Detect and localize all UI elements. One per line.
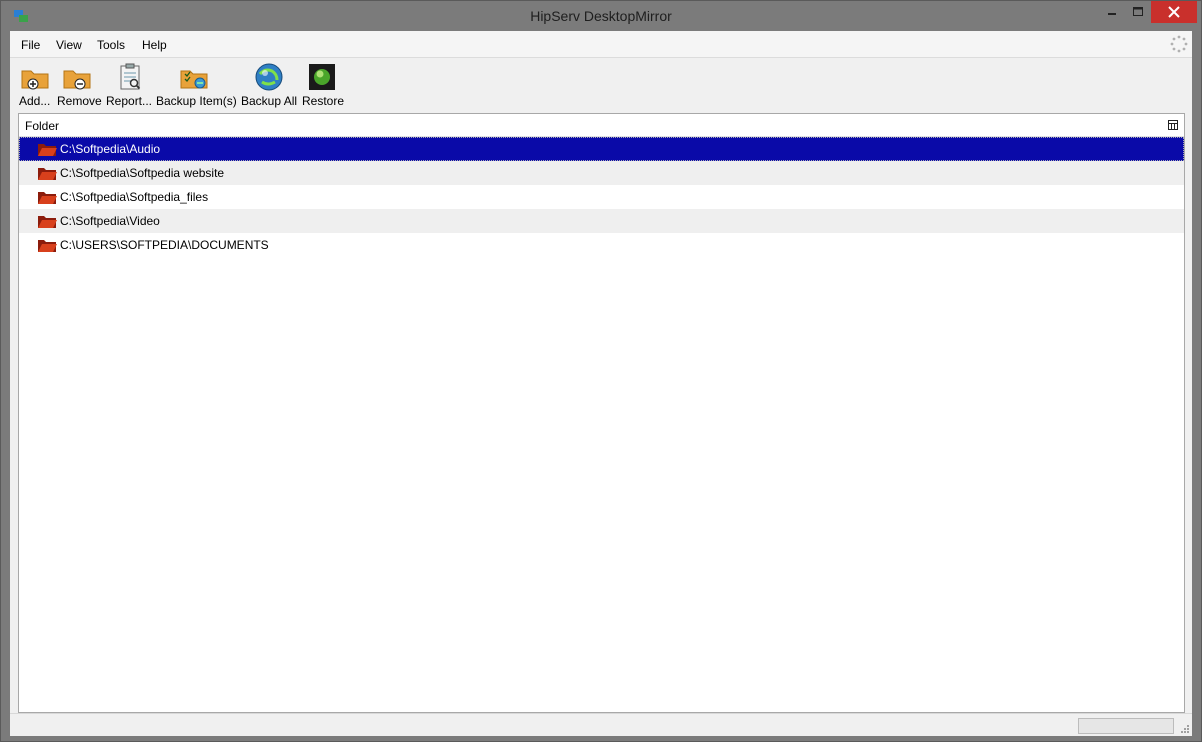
- title-bar[interactable]: HipServ DesktopMirror: [1, 1, 1201, 31]
- backup-all-icon: [255, 63, 283, 91]
- backup-all-label: Backup All: [241, 94, 298, 108]
- menu-tools[interactable]: Tools: [97, 38, 125, 52]
- report-icon: [120, 63, 141, 90]
- column-header-label: Folder: [25, 119, 60, 133]
- add-button[interactable]: Add...: [18, 58, 56, 110]
- folder-path: C:\Softpedia\Softpedia_files: [60, 190, 209, 204]
- close-button[interactable]: [1151, 1, 1197, 23]
- backup-items-button[interactable]: Backup Item(s): [155, 58, 237, 110]
- backup-all-button[interactable]: Backup All: [240, 58, 298, 110]
- folder-icon: [38, 192, 57, 204]
- restore-button[interactable]: Restore: [301, 58, 345, 110]
- backup-items-icon: [180, 70, 208, 89]
- folder-path: C:\Softpedia\Video: [60, 214, 160, 228]
- menu-bar: File View Tools Help: [10, 31, 1192, 58]
- window-title: HipServ DesktopMirror: [530, 8, 672, 24]
- maximize-button[interactable]: [1125, 1, 1151, 23]
- maximize-icon: [1133, 7, 1143, 16]
- column-chooser-icon[interactable]: [1168, 120, 1178, 130]
- loading-spinner-icon: [1170, 35, 1188, 53]
- report-button[interactable]: Report...: [105, 58, 155, 110]
- client-area: File View Tools Help Add... Remove Repor…: [10, 31, 1192, 736]
- remove-label: Remove: [57, 94, 102, 108]
- add-label: Add...: [19, 94, 51, 108]
- folder-icon: [38, 240, 57, 252]
- backup-items-label: Backup Item(s): [156, 94, 237, 108]
- folder-icon: [38, 216, 57, 228]
- toolbar: Add... Remove Report... Backup Item(s) B…: [10, 58, 1192, 110]
- list-item[interactable]: C:\Softpedia\Video: [19, 209, 1184, 233]
- menu-file[interactable]: File: [21, 38, 40, 52]
- report-label: Report...: [106, 94, 153, 108]
- folder-path: C:\Softpedia\Audio: [60, 142, 161, 156]
- folder-path: C:\USERS\SOFTPEDIA\DOCUMENTS: [60, 238, 269, 252]
- resize-grip-icon[interactable]: [1180, 724, 1190, 734]
- status-progress-bar: [1078, 718, 1174, 734]
- list-item[interactable]: C:\USERS\SOFTPEDIA\DOCUMENTS: [19, 233, 1184, 257]
- folder-list[interactable]: Folder C:\Softpedia\Audio C:\Softpedia\S…: [18, 113, 1185, 713]
- remove-folder-icon: [63, 70, 91, 90]
- folder-icon: [38, 168, 57, 180]
- menu-help[interactable]: Help: [142, 38, 167, 52]
- restore-icon: [309, 64, 335, 90]
- restore-label: Restore: [302, 94, 345, 108]
- minimize-button[interactable]: [1099, 1, 1125, 23]
- remove-button[interactable]: Remove: [56, 58, 102, 110]
- status-bar: [10, 713, 1192, 736]
- app-window: HipServ DesktopMirror File View Tools He…: [0, 0, 1202, 742]
- list-item[interactable]: C:\Softpedia\Softpedia_files: [19, 185, 1184, 209]
- close-icon: [1168, 6, 1180, 18]
- column-header-folder[interactable]: Folder: [19, 114, 1184, 137]
- add-folder-icon: [21, 70, 49, 90]
- list-item[interactable]: C:\Softpedia\Audio: [19, 137, 1184, 161]
- minimize-icon: [1108, 13, 1116, 15]
- folder-path: C:\Softpedia\Softpedia website: [60, 166, 225, 180]
- menu-view[interactable]: View: [56, 38, 82, 52]
- list-item[interactable]: C:\Softpedia\Softpedia website: [19, 161, 1184, 185]
- folder-icon: [38, 144, 57, 156]
